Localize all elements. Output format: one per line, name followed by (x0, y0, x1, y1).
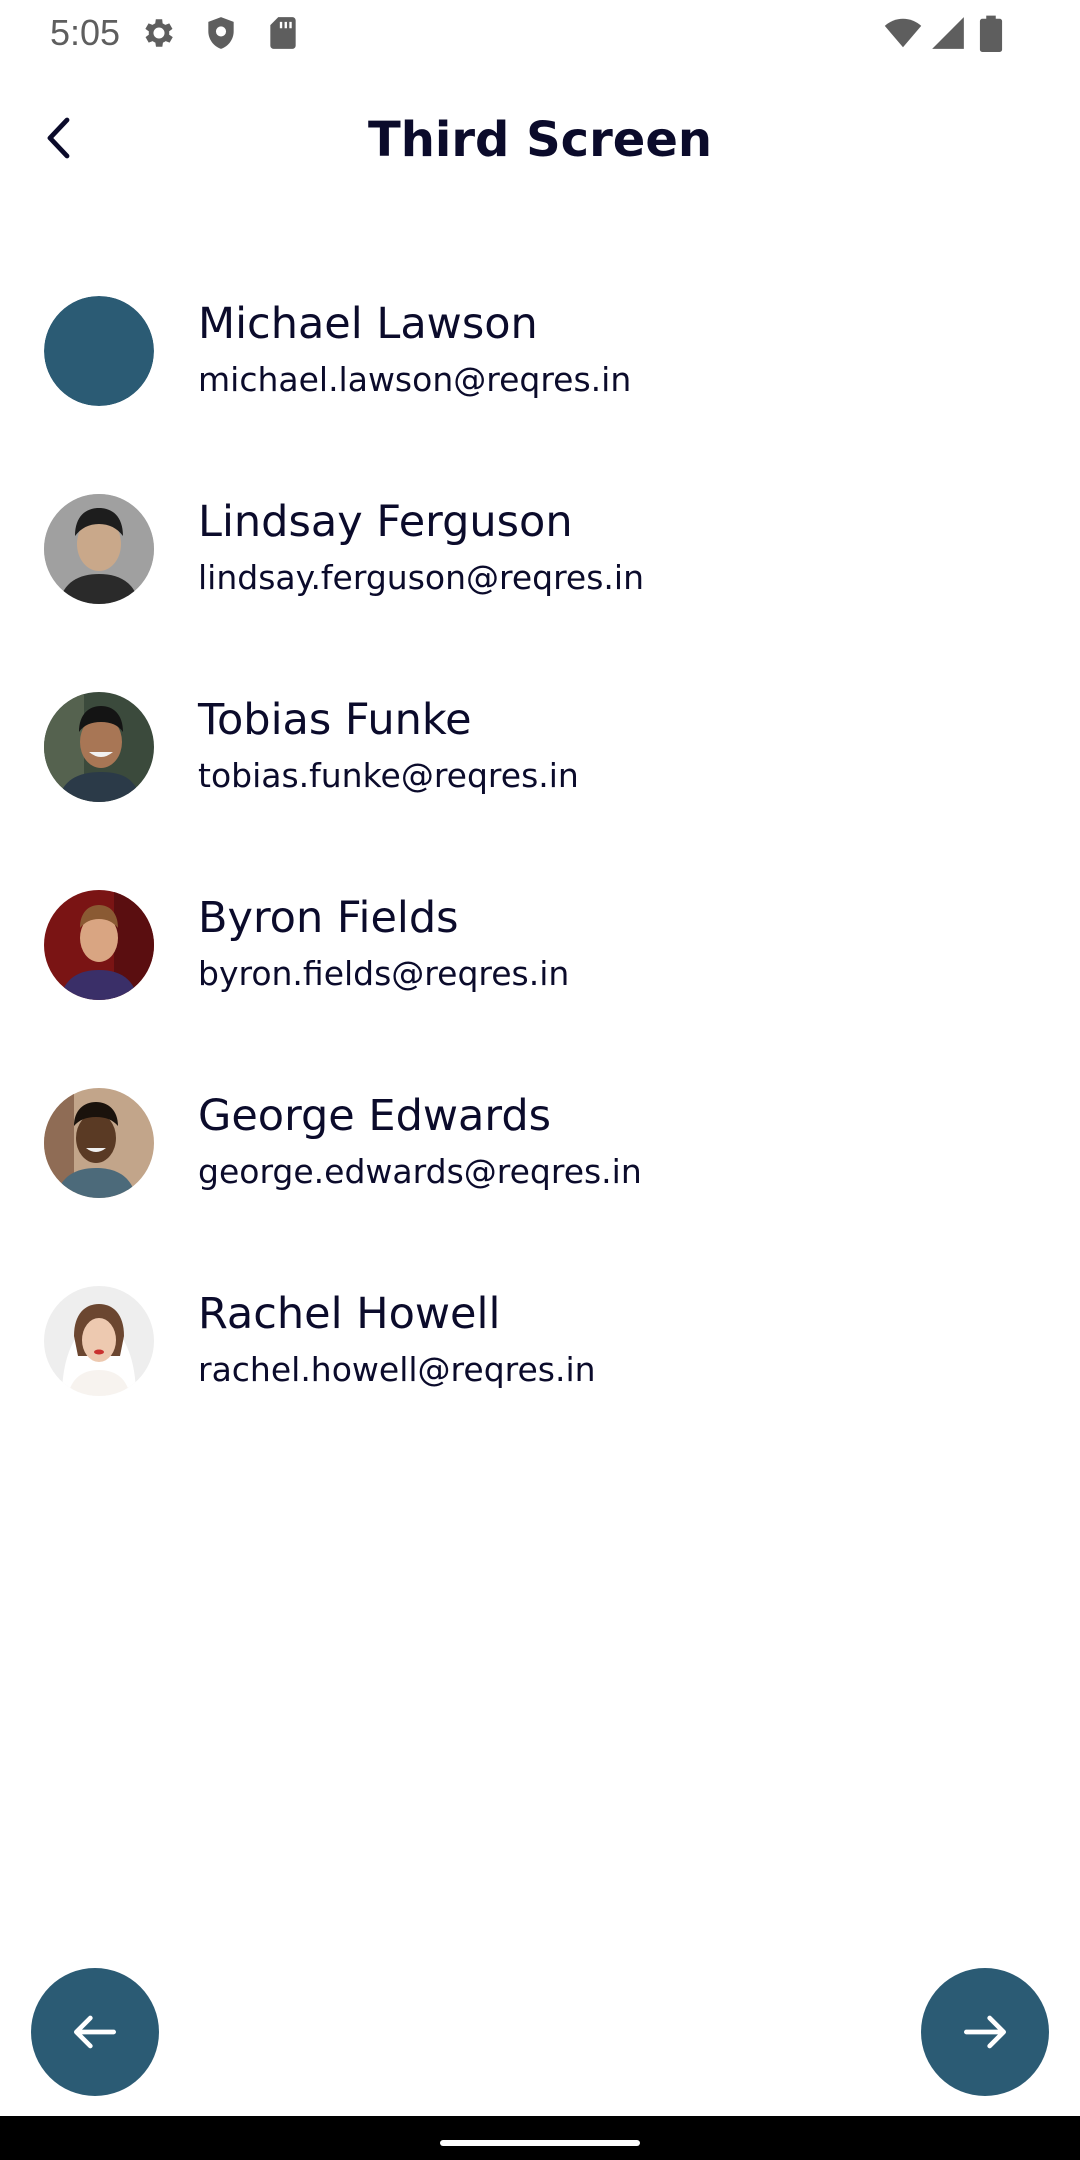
cell-signal-icon (928, 14, 968, 52)
user-name: Tobias Funke (198, 695, 472, 745)
previous-page-button[interactable] (31, 1968, 159, 2096)
arrow-right-icon (957, 2004, 1013, 2060)
avatar (44, 1088, 154, 1198)
arrow-left-icon (67, 2004, 123, 2060)
next-page-button[interactable] (921, 1968, 1049, 2096)
list-item[interactable]: Lindsay Ferguson lindsay.ferguson@reqres… (0, 450, 1080, 648)
home-indicator[interactable] (440, 2140, 640, 2146)
battery-icon (976, 14, 1006, 52)
list-item[interactable]: George Edwards george.edwards@reqres.in (0, 1044, 1080, 1242)
shield-icon (202, 14, 240, 52)
third-screen: 5:05 Third Screen Michael Lawson michael… (0, 0, 1080, 2160)
user-email: rachel.howell@reqres.in (198, 1350, 596, 1389)
user-email: george.edwards@reqres.in (198, 1152, 642, 1191)
user-email: michael.lawson@reqres.in (198, 360, 632, 399)
page-title: Third Screen (367, 112, 713, 168)
gear-icon (140, 14, 178, 52)
wifi-icon (882, 14, 924, 52)
avatar (44, 692, 154, 802)
list-item[interactable]: Rachel Howell rachel.howell@reqres.in (0, 1242, 1080, 1440)
status-time: 5:05 (50, 12, 121, 53)
sd-card-icon (264, 14, 302, 52)
avatar (44, 1286, 154, 1396)
app-bar: Third Screen (0, 66, 1080, 220)
user-name: Michael Lawson (198, 299, 538, 349)
navigation-bar (0, 2116, 1080, 2160)
status-bar: 5:05 (0, 0, 1080, 66)
user-email: byron.fields@reqres.in (198, 954, 570, 993)
user-name: Rachel Howell (198, 1289, 501, 1339)
list-item[interactable]: Michael Lawson michael.lawson@reqres.in (0, 252, 1080, 450)
list-item[interactable]: Byron Fields byron.fields@reqres.in (0, 846, 1080, 1044)
user-name: Byron Fields (198, 893, 459, 943)
list-item[interactable]: Tobias Funke tobias.funke@reqres.in (0, 648, 1080, 846)
user-email: lindsay.ferguson@reqres.in (198, 558, 644, 597)
avatar (44, 494, 154, 604)
avatar (44, 890, 154, 1000)
user-name: Lindsay Ferguson (198, 497, 573, 547)
user-name: George Edwards (198, 1091, 552, 1141)
avatar (44, 296, 154, 406)
user-list: Michael Lawson michael.lawson@reqres.in … (0, 252, 1080, 1440)
user-email: tobias.funke@reqres.in (198, 756, 579, 795)
